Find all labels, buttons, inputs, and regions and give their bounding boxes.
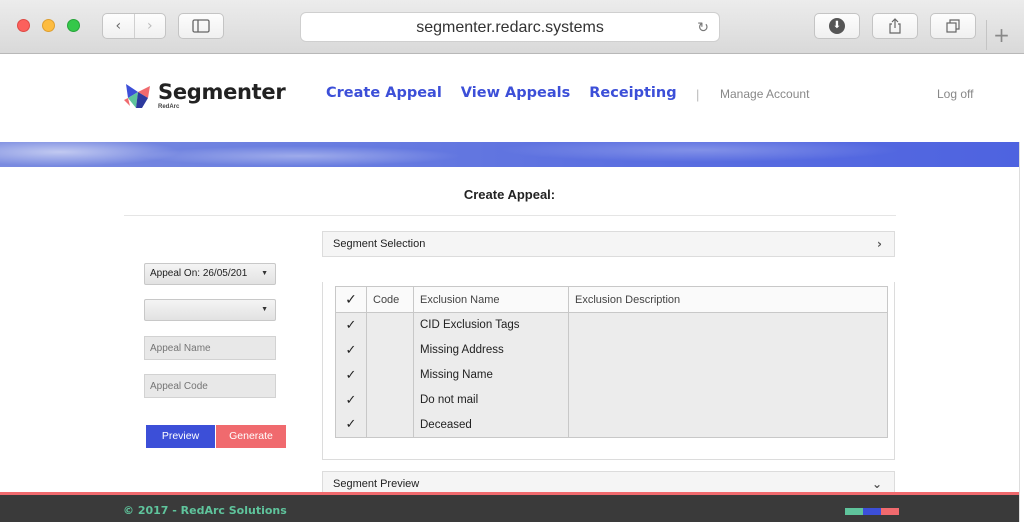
- color-bar-segment: [863, 508, 881, 515]
- nav-separator: |: [696, 87, 700, 102]
- site-header: Segmenter RedArc Create Appeal View Appe…: [0, 54, 1024, 142]
- segment-type-select[interactable]: ▼: [144, 299, 276, 321]
- back-button[interactable]: ‹: [103, 14, 134, 38]
- row-code: [366, 412, 414, 438]
- row-code: [366, 337, 414, 363]
- tab-overview-button[interactable]: [930, 13, 976, 39]
- color-bar-segment: [881, 508, 899, 515]
- reload-icon[interactable]: ↻: [697, 13, 709, 43]
- table-row[interactable]: ✓ Do not mail: [335, 387, 888, 413]
- segment-selection-label: Segment Selection: [333, 238, 426, 250]
- exclusions-panel: ✓ Code Exclusion Name Exclusion Descript…: [322, 282, 895, 460]
- row-code: [366, 387, 414, 413]
- downloads-button[interactable]: ⬇: [814, 13, 860, 39]
- exclusions-table: ✓ Code Exclusion Name Exclusion Descript…: [335, 286, 888, 438]
- chevron-down-icon: ▼: [261, 306, 268, 313]
- select-all-checkbox[interactable]: ✓: [335, 286, 367, 313]
- row-exclusion-name: Missing Name: [413, 362, 569, 388]
- preview-button[interactable]: Preview: [146, 425, 215, 448]
- table-row[interactable]: ✓ Missing Name: [335, 362, 888, 388]
- row-exclusion-description: [568, 337, 888, 363]
- forward-button[interactable]: ›: [133, 14, 166, 38]
- generate-button[interactable]: Generate: [216, 425, 286, 448]
- row-checkbox[interactable]: ✓: [335, 387, 367, 413]
- new-tab-button[interactable]: +: [986, 20, 1016, 50]
- appeal-on-value: Appeal On: 26/05/201: [150, 268, 248, 279]
- main-nav: Create Appeal View Appeals Receipting: [326, 85, 677, 101]
- nav-receipting[interactable]: Receipting: [589, 85, 676, 101]
- row-exclusion-name: Do not mail: [413, 387, 569, 413]
- close-window-button[interactable]: [17, 19, 30, 32]
- tabs-icon: [946, 19, 960, 33]
- share-icon: [889, 18, 901, 34]
- browser-toolbar: ‹ › segmenter.redarc.systems ↻ ⬇ +: [0, 0, 1024, 54]
- row-checkbox[interactable]: ✓: [335, 312, 367, 338]
- address-bar[interactable]: segmenter.redarc.systems ↻: [300, 12, 720, 42]
- minimize-window-button[interactable]: [42, 19, 55, 32]
- table-row[interactable]: ✓ Missing Address: [335, 337, 888, 363]
- appeal-code-input[interactable]: [144, 374, 276, 398]
- segment-preview-label: Segment Preview: [333, 478, 420, 490]
- share-button[interactable]: [872, 13, 918, 39]
- chevron-down-icon: ▼: [261, 270, 268, 277]
- title-divider: [124, 215, 896, 216]
- nav-create-appeal[interactable]: Create Appeal: [326, 85, 442, 101]
- url-text: segmenter.redarc.systems: [416, 19, 604, 36]
- logo-subtext: RedArc: [158, 104, 180, 110]
- header-banner: [0, 142, 1019, 167]
- row-checkbox[interactable]: ✓: [335, 412, 367, 438]
- manage-account-link[interactable]: Manage Account: [720, 87, 809, 101]
- color-bar-segment: [845, 508, 863, 515]
- segment-selection-header[interactable]: Segment Selection ›: [322, 231, 895, 257]
- row-code: [366, 312, 414, 338]
- row-exclusion-name: CID Exclusion Tags: [413, 312, 569, 338]
- table-row[interactable]: ✓ CID Exclusion Tags: [335, 312, 888, 338]
- download-icon: ⬇: [829, 18, 845, 34]
- row-exclusion-description: [568, 412, 888, 438]
- table-row[interactable]: ✓ Deceased: [335, 412, 888, 438]
- chevron-right-icon: ›: [877, 237, 882, 251]
- row-exclusion-description: [568, 387, 888, 413]
- row-exclusion-description: [568, 362, 888, 388]
- table-header-row: ✓ Code Exclusion Name Exclusion Descript…: [335, 286, 888, 313]
- zoom-window-button[interactable]: [67, 19, 80, 32]
- history-nav: ‹ ›: [102, 13, 166, 39]
- column-header-exclusion-name[interactable]: Exclusion Name: [413, 286, 569, 313]
- sidebar-toggle-button[interactable]: [178, 13, 224, 39]
- logo-text: Segmenter: [158, 80, 286, 104]
- segmenter-logo[interactable]: Segmenter RedArc: [122, 80, 286, 116]
- appeal-on-select[interactable]: Appeal On: 26/05/201 ▼: [144, 263, 276, 285]
- site-footer: © 2017 - RedArc Solutions: [0, 492, 1019, 522]
- row-exclusion-name: Missing Address: [413, 337, 569, 363]
- row-exclusion-name: Deceased: [413, 412, 569, 438]
- column-header-exclusion-description[interactable]: Exclusion Description: [568, 286, 888, 313]
- nav-view-appeals[interactable]: View Appeals: [461, 85, 570, 101]
- copyright-text: © 2017 - RedArc Solutions: [123, 504, 287, 517]
- column-header-code[interactable]: Code: [366, 286, 414, 313]
- row-exclusion-description: [568, 312, 888, 338]
- logo-mark-icon: [124, 84, 150, 108]
- sidebar-icon: [192, 19, 210, 33]
- page-edge: [1019, 142, 1024, 522]
- appeal-name-input[interactable]: [144, 336, 276, 360]
- page-title: Create Appeal:: [463, 187, 556, 202]
- brand-color-bar: [845, 508, 899, 515]
- row-checkbox[interactable]: ✓: [335, 362, 367, 388]
- row-checkbox[interactable]: ✓: [335, 337, 367, 363]
- log-off-link[interactable]: Log off: [937, 87, 973, 101]
- row-code: [366, 362, 414, 388]
